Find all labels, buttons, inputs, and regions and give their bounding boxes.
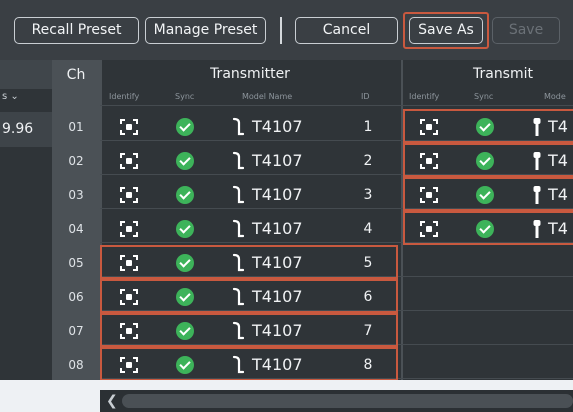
bodypack-transmitter-icon [232, 219, 245, 239]
toolbar: Recall Preset Manage Preset Cancel Save … [0, 0, 573, 60]
sync-ok-icon [176, 152, 194, 170]
row-highlight [100, 279, 398, 313]
table-row[interactable]: 01 T4107 1 T4 [52, 109, 573, 144]
toolbar-separator [280, 17, 282, 44]
left-column-value: 9.96 [0, 112, 52, 147]
scrollbar-thumb[interactable] [122, 394, 573, 408]
left-column-subheader[interactable]: s ⌄ [0, 89, 52, 105]
channel-number: 08 [68, 358, 84, 372]
row-highlight-2 [403, 109, 573, 143]
channel-number: 06 [68, 290, 84, 304]
transmitter-id: 3 [363, 187, 373, 203]
save-button[interactable]: Save [492, 17, 560, 44]
sync-ok-icon [176, 186, 194, 204]
sync-subheader: Sync [175, 92, 195, 101]
table-row[interactable]: 06 T4107 6 [52, 279, 573, 314]
channel-number: 07 [68, 324, 84, 338]
row-highlight [100, 347, 398, 381]
manage-preset-button[interactable]: Manage Preset [145, 17, 266, 44]
channel-number: 02 [68, 154, 84, 168]
identify-subheader-2: Identify [409, 92, 440, 101]
transmitter-id: 1 [363, 119, 373, 135]
table-row[interactable]: 08 T4107 8 [52, 347, 573, 382]
table-row[interactable]: 04 T4107 4 T4 [52, 211, 573, 246]
table-row[interactable]: 02 T4107 2 T4 [52, 143, 573, 178]
scroll-left-icon[interactable]: ❮ [106, 393, 118, 409]
model-name: T4107 [252, 219, 303, 238]
identify-icon[interactable] [120, 221, 138, 237]
model-name: T4107 [252, 117, 303, 136]
channel-table: s ⌄ 9.96 Ch Transmitter Transmit Identif… [0, 60, 573, 390]
table-row[interactable]: 05 T4107 5 [52, 245, 573, 280]
identify-icon[interactable] [120, 119, 138, 135]
channel-number: 03 [68, 188, 84, 202]
bodypack-transmitter-icon [232, 185, 245, 205]
row-highlight [100, 245, 398, 279]
transmitter-id: 2 [363, 153, 373, 169]
model-name: T4107 [252, 185, 303, 204]
channel-number: 05 [68, 256, 84, 270]
cancel-button[interactable]: Cancel [295, 17, 398, 44]
channel-number: 04 [68, 222, 84, 236]
row-highlight-2 [403, 143, 573, 177]
table-row[interactable]: 03 T4107 3 T4 [52, 177, 573, 212]
transmitter-id: 4 [363, 221, 373, 237]
chevron-down-icon: ⌄ [10, 91, 19, 102]
transmitter-group-header-2: Transmit [472, 66, 533, 82]
sync-subheader-2: Sync [474, 92, 494, 101]
horizontal-scrollbar[interactable]: ❮ [100, 390, 573, 412]
model-name-subheader: Model Name [242, 92, 293, 101]
transmitter-group-header: Transmitter [210, 66, 290, 82]
sync-ok-icon [176, 118, 194, 136]
table-row[interactable]: 07 T4107 7 [52, 313, 573, 348]
model-name: T4107 [252, 151, 303, 170]
left-column-header [0, 60, 52, 89]
recall-preset-button[interactable]: Recall Preset [14, 17, 139, 44]
save-as-button[interactable]: Save As [409, 17, 483, 44]
identify-icon[interactable] [120, 187, 138, 203]
row-highlight-2 [403, 211, 573, 245]
sync-ok-icon [176, 220, 194, 238]
row-highlight [100, 313, 398, 347]
bodypack-transmitter-icon [232, 151, 245, 171]
bodypack-transmitter-icon [232, 117, 245, 137]
row-divider [100, 105, 573, 106]
ch-header: Ch [66, 67, 86, 83]
model-name-subheader-2: Mode [544, 92, 566, 101]
id-subheader: ID [361, 92, 370, 101]
row-highlight-2 [403, 177, 573, 211]
channel-number: 01 [68, 120, 84, 134]
identify-icon[interactable] [120, 153, 138, 169]
identify-subheader: Identify [109, 92, 140, 101]
